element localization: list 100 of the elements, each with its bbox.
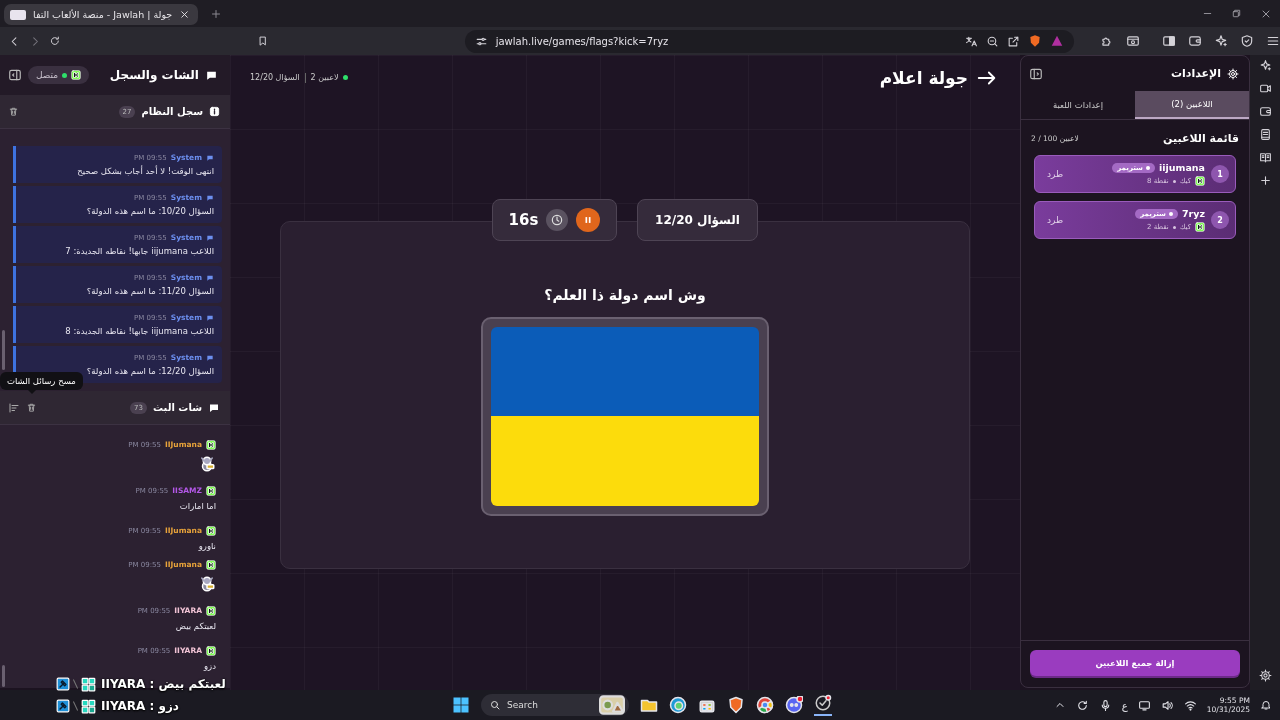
- wallet-icon[interactable]: [1258, 105, 1272, 118]
- message-text: اللاعب iijumana جابها! نقاطه الجديدة: 7: [64, 246, 214, 256]
- collapse-panel-icon[interactable]: [1029, 66, 1043, 81]
- tab[interactable]: إعدادات اللعبة: [1021, 91, 1135, 119]
- sync-icon[interactable]: [1075, 698, 1089, 712]
- reload-icon[interactable]: [49, 34, 61, 48]
- question-number: السؤال 12/20: [250, 73, 300, 82]
- info-icon: [209, 106, 220, 117]
- panel-title: الشات والسجل: [109, 68, 199, 82]
- favicon-icon: [10, 9, 26, 20]
- clock-icon: [550, 213, 565, 227]
- search-icon: [489, 699, 501, 711]
- settings-icon[interactable]: [1258, 669, 1272, 682]
- rank-badge: 2: [1211, 211, 1229, 229]
- overlay-message: IIYARA : دزو: [101, 699, 179, 713]
- pause-button[interactable]: [576, 208, 601, 232]
- message-text: اللاعب iijumana جابها! نقاطه الجديدة: 8: [64, 326, 214, 336]
- sidebar-icon[interactable]: [1162, 34, 1176, 48]
- app-icon[interactable]: [814, 694, 832, 712]
- players-count: 2 لاعبين: [310, 73, 339, 82]
- question-text: وش اسم دولة ذا العلم؟: [544, 287, 706, 303]
- trash-icon[interactable]: [26, 402, 37, 413]
- scrollbar: [2, 665, 5, 687]
- add-icon[interactable]: [1258, 174, 1272, 187]
- sticker-icon: [198, 454, 216, 473]
- bell-icon[interactable]: [1260, 699, 1272, 711]
- sparkle-icon[interactable]: [1258, 59, 1272, 72]
- panel-title: الإعدادات: [1170, 67, 1221, 80]
- settings-icon: [1227, 67, 1239, 80]
- new-tab-icon[interactable]: [210, 7, 223, 20]
- video-icon[interactable]: [1258, 82, 1272, 95]
- menu-icon[interactable]: [1266, 34, 1280, 48]
- message-text: دزو: [202, 660, 216, 671]
- question-counter: السؤال 12/20: [637, 199, 758, 241]
- timer-text: 16s: [508, 211, 539, 229]
- chrome-icon[interactable]: [756, 696, 774, 714]
- zoom-out-icon[interactable]: [986, 34, 999, 48]
- kick-button[interactable]: طرد: [1045, 213, 1066, 227]
- trash-icon[interactable]: [8, 106, 19, 117]
- screenshot-icon[interactable]: [1126, 34, 1140, 48]
- platform-icon: [206, 605, 216, 616]
- collapse-panel-icon[interactable]: [8, 68, 22, 82]
- book-icon[interactable]: [1258, 151, 1272, 164]
- platform-icon: [1195, 222, 1205, 232]
- hammer-icon: [56, 699, 70, 713]
- scrollbar: [2, 330, 5, 370]
- platform-icon: [206, 559, 216, 570]
- translate-icon[interactable]: [965, 34, 978, 48]
- taskbar-search[interactable]: Search: [481, 694, 629, 716]
- platform-icon: [206, 439, 216, 450]
- platform-icon: [206, 525, 216, 536]
- tab[interactable]: اللاعبين (2): [1135, 91, 1249, 119]
- platform-icon: [206, 645, 216, 656]
- message-text: اما امارات: [178, 500, 216, 511]
- grid-icon: [81, 676, 96, 692]
- monitor-icon[interactable]: [1137, 698, 1151, 712]
- page-title: جولة اعلام: [879, 67, 968, 88]
- pause-icon: [583, 215, 594, 225]
- section-title: شات البث: [153, 402, 202, 413]
- message-text: ناورو: [197, 540, 216, 551]
- message-text: السؤال 12/20: ما اسم هذه الدولة؟: [85, 366, 214, 376]
- player-name: iijumana: [1159, 162, 1205, 173]
- notes-icon[interactable]: [1258, 128, 1272, 141]
- message-text: السؤال 10/20: ما اسم هذه الدولة؟: [85, 206, 214, 216]
- triangle-icon[interactable]: [1050, 34, 1064, 48]
- share-icon[interactable]: [1007, 34, 1020, 48]
- search-highlight-icon: [599, 692, 625, 718]
- section-title: سجل النظام: [141, 106, 203, 117]
- platform-icon: [1195, 176, 1205, 186]
- input-language[interactable]: ع: [1121, 699, 1128, 711]
- speaker-icon[interactable]: [1160, 698, 1174, 712]
- shield-icon[interactable]: [1240, 34, 1254, 48]
- player-name: 7ryz: [1181, 208, 1205, 219]
- sticker-icon: [198, 574, 216, 593]
- chat-app-icon[interactable]: [785, 696, 803, 714]
- message-text: السؤال 11/20: ما اسم هذه الدولة؟: [85, 286, 214, 296]
- platform-icon: [206, 485, 216, 496]
- wallet-icon[interactable]: [1188, 34, 1202, 48]
- browser-tab[interactable]: جولة | Jawlah - منصة الألعاب التفا: [4, 4, 199, 25]
- sort-icon[interactable]: [8, 401, 20, 414]
- message-text: لعبتكم بيض: [174, 620, 216, 631]
- overlay-message: IIYARA : لعبتكم بيض: [101, 677, 226, 691]
- section-title: قائمة اللاعبين: [1163, 132, 1239, 145]
- grid-icon: [81, 698, 96, 714]
- remove-all-button[interactable]: إزالة جميع اللاعبين: [1030, 650, 1240, 676]
- online-dot: [343, 75, 349, 80]
- browser-icon[interactable]: [669, 696, 687, 714]
- message-text: انتهى الوقت! لا أحد أجاب بشكل صحيح: [76, 166, 214, 176]
- windows-icon[interactable]: [452, 696, 470, 714]
- kick-button[interactable]: طرد: [1045, 167, 1066, 181]
- rank-badge: 1: [1211, 165, 1229, 183]
- wifi-icon[interactable]: [1183, 698, 1197, 712]
- sparkle-icon[interactable]: [1214, 34, 1228, 48]
- address-bar[interactable]: jawlah.live/games/flags?kick=7ryz: [464, 29, 1074, 53]
- hammer-icon: [56, 677, 70, 691]
- platform-icon: [71, 70, 82, 80]
- connection-status: متصل: [28, 66, 90, 84]
- url-text: jawlah.live/games/flags?kick=7ryz: [495, 35, 670, 47]
- restore-icon[interactable]: [1231, 7, 1242, 19]
- close-icon[interactable]: [179, 9, 191, 20]
